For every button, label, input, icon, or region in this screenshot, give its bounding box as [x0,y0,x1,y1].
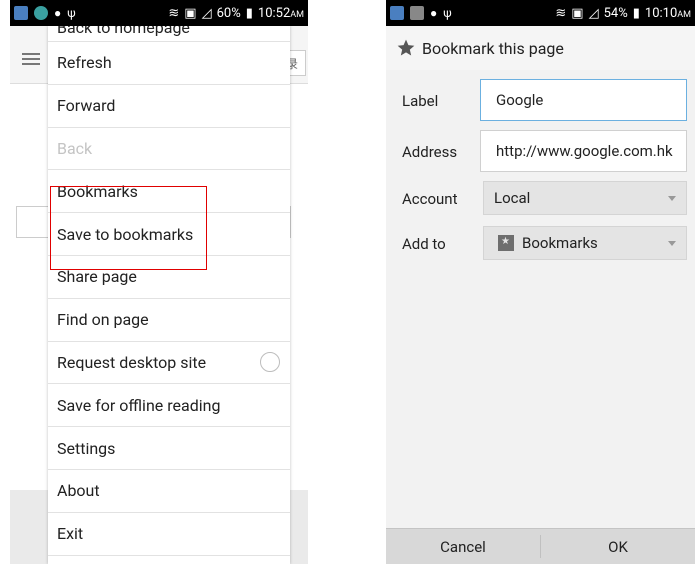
dialog-body: Label Google Address http://www.google.c… [386,70,695,528]
menu-item-label: Request desktop site [57,352,207,372]
shield-notification-icon [34,6,48,20]
add-to-value: Bookmarks [522,234,598,252]
menu-item-share-page[interactable]: Share page [48,256,290,299]
label-input[interactable]: Google [480,79,687,121]
chevron-down-icon [668,241,676,246]
address-input[interactable]: http://www.google.com.hk [480,130,687,172]
image-notification-icon [410,6,424,20]
status-bar: ● ψ ≋ ▣ ◿ 60% ▮ 10:52AM [10,0,308,26]
overflow-menu: Back to homepage Refresh Forward Back Bo… [48,26,290,564]
menu-item-settings[interactable]: Settings [48,427,290,470]
sim-icon: ▣ [571,5,584,21]
app-notification-icon [14,6,28,20]
battery-icon: ▮ [245,5,253,21]
dialog-title-text: Bookmark this page [422,38,564,58]
ok-button[interactable]: OK [541,529,695,564]
wifi-icon: ≋ [555,5,567,21]
cat-notification-icon: ● [54,6,62,20]
menu-item-find-on-page[interactable]: Find on page [48,299,290,342]
account-value: Local [494,189,531,207]
battery-percent: 54% [603,5,628,21]
battery-percent: 60% [216,5,241,21]
left-screen: ● ψ ≋ ▣ ◿ 60% ▮ 10:52AM 登录 ⚲ Back to hom… [10,0,308,564]
menu-item-back: Back [48,128,290,171]
status-bar: ● ψ ≋ ▣ ◿ 54% ▮ 10:10AM [386,0,695,26]
chevron-down-icon [668,196,676,201]
menu-item-save-to-bookmarks[interactable]: Save to bookmarks [48,213,290,256]
account-field-label: Account [402,190,458,208]
cat-notification-icon: ● [430,6,438,20]
menu-item-bookmarks[interactable]: Bookmarks [48,170,290,214]
menu-item-refresh[interactable]: Refresh [48,42,290,85]
usb-icon: ψ [67,6,76,20]
dialog-button-bar: Cancel OK [386,528,695,564]
add-to-field-label: Add to [402,235,446,253]
usb-icon: ψ [443,6,452,20]
cancel-button[interactable]: Cancel [386,529,540,564]
signal-icon: ◿ [201,5,212,21]
menu-item-exit[interactable]: Exit [48,513,290,556]
menu-item-about[interactable]: About [48,470,290,513]
menu-item-forward[interactable]: Forward [48,85,290,128]
app-notification-icon [390,6,404,20]
wifi-icon: ≋ [168,5,180,21]
bookmark-icon [498,235,514,251]
account-dropdown[interactable]: Local [483,181,687,215]
hamburger-menu-icon[interactable] [22,53,40,65]
desktop-site-toggle[interactable] [260,352,280,373]
clock: 10:10AM [644,5,691,21]
sim-icon: ▣ [184,5,197,21]
right-screen: ● ψ ≋ ▣ ◿ 54% ▮ 10:10AM Bookmark this pa… [386,0,695,564]
label-field-label: Label [402,92,439,110]
signal-icon: ◿ [588,5,599,21]
menu-item-save-offline[interactable]: Save for offline reading [48,384,290,428]
menu-item-back-to-homepage[interactable]: Back to homepage [48,26,290,42]
address-field-label: Address [402,143,458,161]
battery-icon: ▮ [632,5,640,21]
clock: 10:52AM [257,5,304,21]
menu-item-request-desktop-site[interactable]: Request desktop site [48,342,290,385]
add-to-dropdown[interactable]: Bookmarks [483,226,687,260]
dialog-title: Bookmark this page [386,26,695,70]
star-icon [397,39,415,56]
